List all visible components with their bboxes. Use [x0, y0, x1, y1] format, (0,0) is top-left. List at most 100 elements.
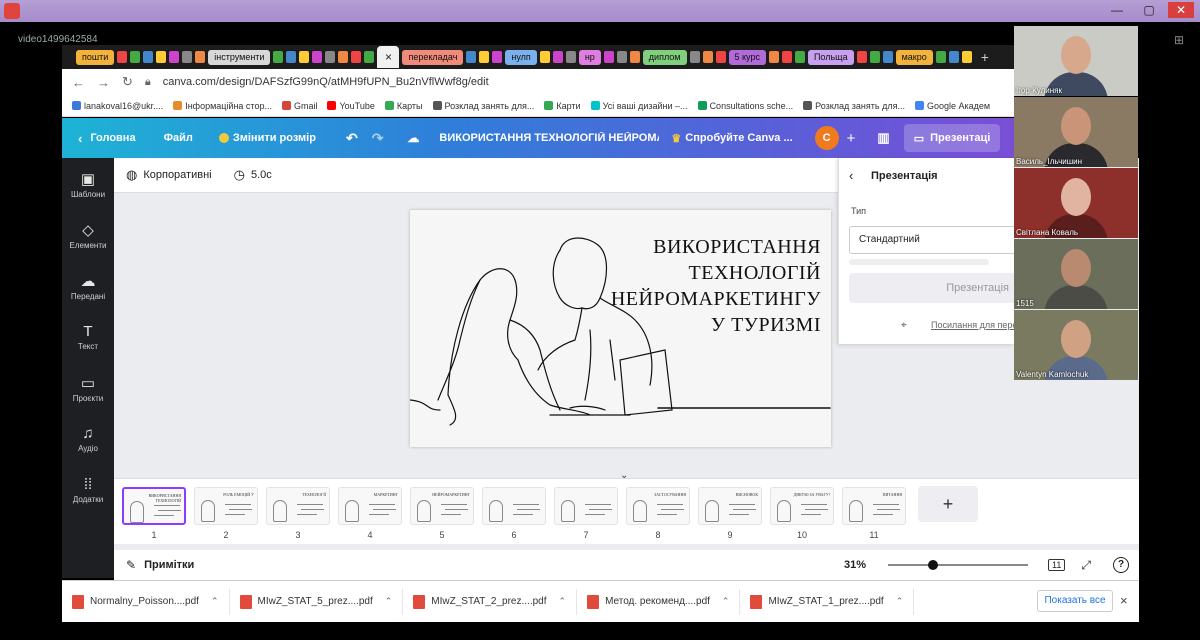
favicon-tab[interactable]: [856, 51, 867, 63]
chevron-up-icon[interactable]: ⌃: [559, 596, 567, 607]
tab-group-chip[interactable]: 5 курс: [728, 49, 766, 65]
help-icon[interactable]: ?: [1113, 557, 1129, 573]
favicon-tab[interactable]: [479, 51, 490, 63]
sidebar-item-elements[interactable]: ◇ Елементи: [62, 221, 114, 250]
share-link[interactable]: Посилання для пере: [931, 320, 1017, 330]
favicon-tab[interactable]: [492, 51, 503, 63]
sidebar-item-text[interactable]: T Текст: [62, 323, 114, 351]
favicon-tab[interactable]: [715, 51, 726, 63]
bookmark-item[interactable]: Інформаційна стор...: [173, 101, 272, 111]
zoom-slider-knob[interactable]: [928, 560, 939, 570]
page-thumbnail[interactable]: НЕЙРОМАРКЕТИНГ: [410, 487, 474, 525]
chevron-up-icon[interactable]: ⌃: [385, 596, 393, 607]
slide-canvas[interactable]: ВИКОРИСТАННЯ ТЕХНОЛОГІЙ НЕЙРОМАРКЕТИНГУ …: [410, 210, 831, 447]
redo-icon[interactable]: ↷: [372, 130, 384, 147]
favicon-tab[interactable]: [273, 51, 284, 63]
page-thumbnail[interactable]: ПИТАННЯ: [842, 487, 906, 525]
favicon-tab[interactable]: [702, 51, 713, 63]
video-grid-icon[interactable]: ⊞: [1174, 33, 1184, 47]
favicon-tab[interactable]: [325, 51, 336, 63]
sidebar-item-audio[interactable]: ♫ Аудіо: [62, 425, 114, 453]
favicon-tab[interactable]: [539, 51, 550, 63]
close-icon[interactable]: ×: [1120, 593, 1128, 608]
favicon-tab[interactable]: [603, 51, 614, 63]
chevron-left-icon[interactable]: ‹: [849, 168, 853, 183]
favicon-tab[interactable]: [948, 51, 959, 63]
participant-video-tile[interactable]: 1515: [1014, 239, 1138, 309]
active-tab-close-icon[interactable]: ×: [377, 46, 400, 68]
download-item[interactable]: MIwZ_STAT_5_prez....pdf ⌃: [230, 588, 404, 615]
maximize-icon[interactable]: ▢: [1136, 2, 1162, 18]
favicon-tab[interactable]: [629, 51, 640, 63]
favicon-tab[interactable]: [689, 51, 700, 63]
sidebar-item-apps[interactable]: ⁞⁞ Додатки: [62, 476, 114, 504]
bookmark-item[interactable]: YouTube: [327, 101, 375, 111]
notes-button[interactable]: Примітки: [144, 559, 194, 571]
new-tab-icon[interactable]: +: [975, 49, 995, 65]
page-count-button[interactable]: 11: [1048, 559, 1066, 571]
minimize-icon[interactable]: —: [1104, 2, 1130, 18]
zoom-slider[interactable]: [888, 560, 1029, 570]
favicon-tab[interactable]: [552, 51, 563, 63]
chevron-up-icon[interactable]: ⌃: [722, 596, 730, 607]
lock-icon[interactable]: 🔒︎: [145, 76, 151, 89]
bookmark-item[interactable]: Усі ваші дизайни –...: [590, 101, 688, 111]
tab-group-chip[interactable]: пошти: [76, 49, 115, 65]
participant-video-tile[interactable]: Ігор Кулиняк: [1014, 26, 1138, 96]
notes-icon[interactable]: ✎: [126, 558, 136, 572]
present-start-button[interactable]: Презентація: [849, 273, 1019, 303]
favicon-tab[interactable]: [117, 51, 128, 63]
chevron-up-icon[interactable]: ⌃: [211, 596, 219, 607]
bookmark-item[interactable]: Gmail: [281, 101, 317, 111]
collapse-chevron-icon[interactable]: ⌄: [620, 470, 628, 481]
undo-icon[interactable]: ↶: [346, 130, 358, 147]
tab-group-chip[interactable]: перекладач: [402, 49, 464, 65]
back-icon[interactable]: ←: [72, 75, 85, 90]
add-page-button[interactable]: +: [918, 486, 978, 522]
page-thumbnail[interactable]: ТЕХНОЛОГІЇ: [266, 487, 330, 525]
page-thumbnail[interactable]: [554, 487, 618, 525]
page-thumbnail[interactable]: РОЛЬ ЕМОЦІЙ У: [194, 487, 258, 525]
favicon-tab[interactable]: [616, 51, 627, 63]
download-item[interactable]: Normalny_Poisson....pdf ⌃: [62, 588, 230, 615]
favicon-tab[interactable]: [143, 51, 154, 63]
slide-title[interactable]: ВИКОРИСТАННЯ ТЕХНОЛОГІЙ НЕЙРОМАРКЕТИНГУ …: [571, 234, 821, 338]
favicon-tab[interactable]: [338, 51, 349, 63]
reload-icon[interactable]: ↻: [122, 74, 133, 90]
favicon-tab[interactable]: [768, 51, 779, 63]
favicon-tab[interactable]: [169, 51, 180, 63]
favicon-tab[interactable]: [935, 51, 946, 63]
participant-video-tile[interactable]: Valentyn Kamlochuk: [1014, 310, 1138, 380]
bookmark-item[interactable]: Consultations sche...: [697, 101, 793, 111]
sidebar-item-projects[interactable]: ▭ Проєкти: [62, 374, 114, 403]
close-icon[interactable]: ✕: [1168, 2, 1194, 18]
favicon-tab[interactable]: [130, 51, 141, 63]
url-field[interactable]: canva.com/design/DAFSzfG99nQ/atMH9fUPN_B…: [163, 76, 489, 88]
tab-group-chip[interactable]: макро: [895, 49, 933, 65]
favicon-tab[interactable]: [195, 51, 206, 63]
favicon-tab[interactable]: [466, 51, 477, 63]
favicon-tab[interactable]: [364, 51, 375, 63]
tab-group-chip[interactable]: Польща: [807, 49, 854, 65]
try-pro-button[interactable]: ♛ Спробуйте Canva ...: [671, 132, 792, 145]
page-thumbnail[interactable]: МАРКЕТИНГ: [338, 487, 402, 525]
home-button[interactable]: Головна: [90, 132, 135, 144]
page-thumbnail[interactable]: ВИКОРИСТАННЯ ТЕХНОЛОГІЙ: [122, 487, 186, 525]
resize-button[interactable]: Змінити розмір: [218, 132, 316, 144]
avatar[interactable]: C: [814, 126, 839, 150]
favicon-tab[interactable]: [565, 51, 576, 63]
favicon-tab[interactable]: [351, 51, 362, 63]
favicon-tab[interactable]: [299, 51, 310, 63]
participant-video-tile[interactable]: Василь_Ільчишин: [1014, 97, 1138, 167]
download-item[interactable]: MIwZ_STAT_1_prez....pdf ⌃: [740, 588, 915, 615]
analytics-icon[interactable]: ▥: [877, 130, 889, 146]
show-all-downloads-button[interactable]: Показать все: [1037, 590, 1113, 612]
sidebar-item-templates[interactable]: ▣ Шаблони: [62, 170, 114, 199]
file-menu[interactable]: Файл: [164, 132, 193, 144]
page-thumbnail[interactable]: ВИСНОВОК: [698, 487, 762, 525]
style-button[interactable]: ◍ Корпоративні: [126, 167, 212, 183]
favicon-tab[interactable]: [869, 51, 880, 63]
cloud-saved-icon[interactable]: ☁: [407, 131, 419, 145]
present-button[interactable]: ▭ Презентаці: [903, 124, 1001, 152]
tab-group-chip[interactable]: диплом: [642, 49, 687, 65]
